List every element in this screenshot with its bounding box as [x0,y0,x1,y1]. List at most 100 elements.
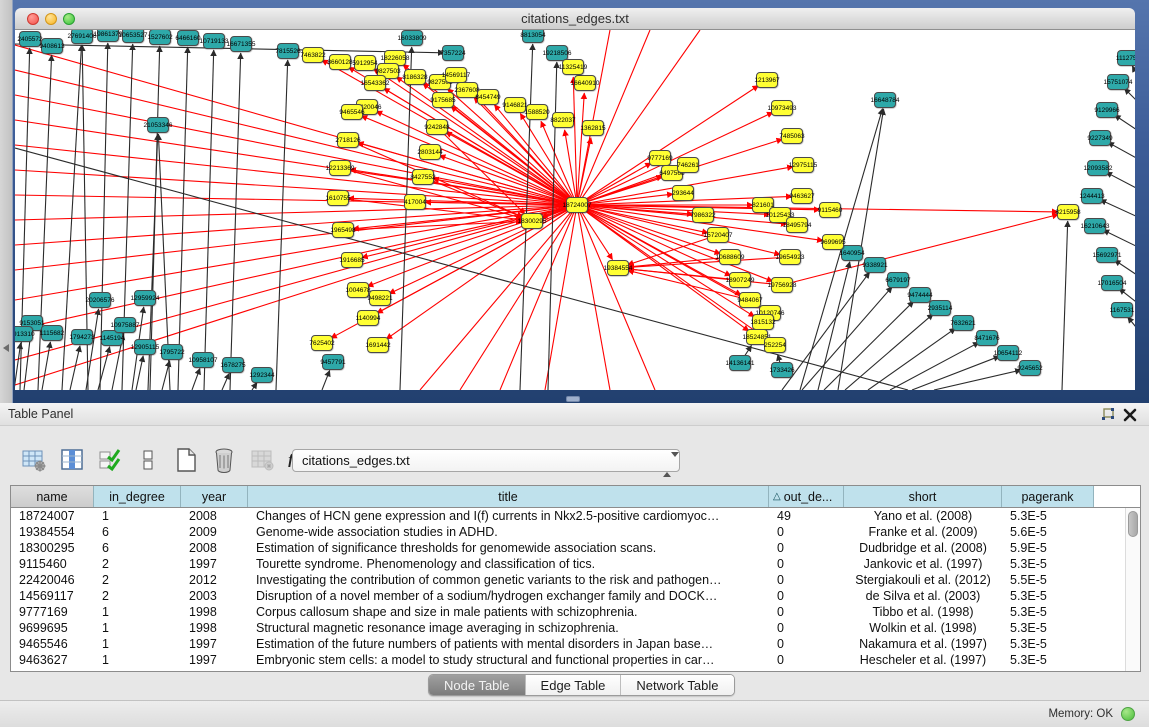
network-window-titlebar[interactable]: citations_edges.txt [15,8,1135,30]
table-row[interactable]: 946554611997Estimation of the future num… [11,636,1140,652]
network-node[interactable]: 9227349 [1089,130,1111,146]
network-node[interactable]: 7815526 [277,43,299,59]
tab-node-table[interactable]: Node Table [429,675,525,695]
table-vertical-scrollbar[interactable] [1125,508,1140,671]
table-row[interactable]: 2242004622012Investigating the contribut… [11,572,1140,588]
tab-edge-table[interactable]: Edge Table [525,675,621,695]
network-node[interactable]: 1115682 [41,325,63,341]
network-node[interactable]: 9498221 [369,290,391,306]
network-node[interactable]: 3913310 [15,326,33,342]
network-node[interactable]: 2367608 [456,82,478,98]
network-node[interactable]: 1213967 [756,72,778,88]
network-node[interactable]: 1678275 [222,357,244,373]
network-node[interactable]: 12975115 [792,157,814,173]
network-node[interactable]: 20206576 [89,292,111,308]
column-header-name[interactable]: name [11,486,94,507]
network-node[interactable]: 1610755 [327,190,349,206]
network-node[interactable]: 252254 [764,337,786,353]
network-node[interactable]: 10653527 [122,30,144,43]
network-node[interactable]: 8471676 [976,330,998,346]
network-node[interactable]: 10958107 [192,352,214,368]
network-node[interactable]: 10654112 [997,345,1019,361]
network-node[interactable]: 14569117 [445,67,467,83]
network-node[interactable]: 9242848 [426,119,448,135]
table-row[interactable]: 1830029562008Estimation of significance … [11,540,1140,556]
network-node[interactable]: 27691406 [71,30,93,44]
network-node[interactable]: 7463822 [302,47,324,63]
row-height-icon[interactable] [134,447,161,474]
network-node[interactable]: 1588520 [526,104,548,120]
network-node[interactable]: 8215958 [1057,204,1079,220]
network-node[interactable]: 14136141 [729,355,751,371]
network-node[interactable]: 9338921 [864,257,886,273]
network-node[interactable]: 18907249 [729,272,751,288]
network-node[interactable]: 2803144 [419,144,441,160]
network-node[interactable]: 10688609 [719,249,741,265]
network-node[interactable]: 1167531 [1111,302,1133,318]
collapse-panel-arrow-icon[interactable] [3,344,9,352]
column-header-out_de[interactable]: △out_de... [769,486,844,507]
network-node[interactable]: 16648784 [874,92,896,108]
network-node[interactable]: 1691442 [367,337,389,353]
network-node[interactable]: 18495794 [786,217,808,233]
network-node[interactable]: 9245652 [1019,360,1041,376]
network-node[interactable]: 2718126 [337,132,359,148]
network-node[interactable]: 9465546 [341,104,363,120]
network-node[interactable]: 1004678 [347,282,369,298]
network-node[interactable]: 8427552 [412,169,434,185]
network-node[interactable]: 16033809 [401,30,423,46]
network-node[interactable]: 9175685 [432,92,454,108]
network-node[interactable]: 8822037 [552,112,574,128]
select-rows-check-icon[interactable] [96,447,123,474]
network-node[interactable]: 6679197 [887,272,909,288]
network-node[interactable]: 10975887 [114,317,136,333]
network-node[interactable]: 8186328 [404,69,426,85]
new-table-icon[interactable] [172,447,199,474]
network-node[interactable]: 16671355 [230,36,252,52]
network-node[interactable]: 9699695 [822,234,844,250]
column-header-title[interactable]: title [248,486,769,507]
network-node[interactable]: 9474444 [909,287,931,303]
network-node[interactable]: 10973493 [771,100,793,116]
network-node[interactable]: 15751074 [1107,74,1129,90]
tab-network-table[interactable]: Network Table [620,675,733,695]
network-node[interactable]: 9777169 [649,150,671,166]
memory-ok-indicator[interactable] [1121,707,1135,721]
table-row[interactable]: 977716911998Corpus callosum shape and si… [11,604,1140,620]
network-node[interactable]: 1795722 [161,344,183,360]
column-header-year[interactable]: year [181,486,248,507]
network-node[interactable]: 15720407 [707,227,729,243]
network-node[interactable]: 1292344 [251,367,273,383]
network-node[interactable]: 12959924 [134,290,156,306]
network-node[interactable]: 8660128 [329,54,351,70]
table-row[interactable]: 1938455462009Genome-wide association stu… [11,524,1140,540]
delete-table-icon[interactable] [210,447,237,474]
network-node[interactable]: 19384554 [607,260,629,276]
network-node[interactable]: 293644 [672,185,694,201]
network-node[interactable]: 746261 [677,157,699,173]
network-node[interactable]: 1112754 [1117,50,1135,66]
network-node[interactable]: 19861379 [97,30,119,42]
network-canvas[interactable]: 2405572940861327691406198613791065352715… [15,30,1135,390]
network-node[interactable]: 417004 [404,194,426,210]
network-node[interactable]: 1527602 [149,30,171,45]
network-node[interactable]: 19756928 [771,277,793,293]
close-panel-icon[interactable] [1121,406,1139,424]
network-node[interactable]: 1140994 [357,310,379,326]
network-node[interactable]: 10719133 [203,33,225,49]
choose-columns-icon[interactable] [58,447,85,474]
network-node[interactable]: 1916685 [341,252,363,268]
network-node[interactable]: 8813054 [522,30,544,43]
network-node[interactable]: 18300295 [521,213,543,229]
network-node[interactable]: 21053346 [147,117,169,133]
network-node[interactable]: 2935114 [929,300,951,316]
table-row[interactable]: 969969511998Structural magnetic resonanc… [11,620,1140,636]
network-node[interactable]: 15692971 [1096,247,1118,263]
network-node[interactable]: 12905115 [134,339,156,355]
network-node[interactable]: 9463627 [791,188,813,204]
network-node[interactable]: 9484067 [739,292,761,308]
table-row[interactable]: 946362711997Embryonic stem cells: a mode… [11,652,1140,668]
network-node-hub[interactable]: 18724007 [566,197,588,213]
network-node[interactable]: 17016504 [1101,275,1123,291]
column-header-in_degree[interactable]: in_degree [94,486,181,507]
